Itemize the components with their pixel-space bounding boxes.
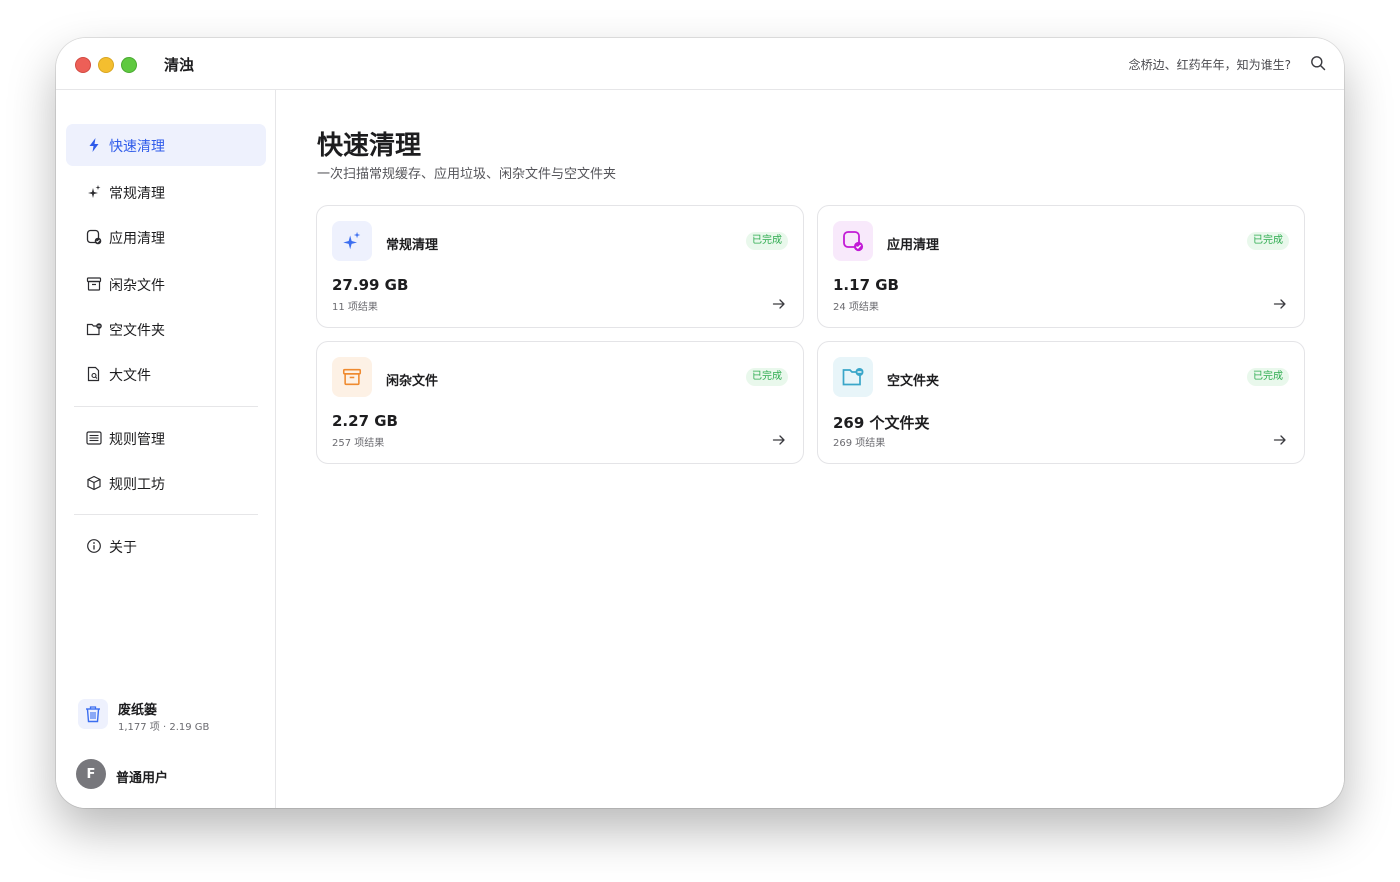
sidebar-item-label: 闲杂文件 [109,278,165,294]
sidebar-item-label: 常规清理 [109,186,165,202]
trash-icon-tile [78,699,108,729]
file-search-icon [87,366,100,382]
archive-icon [86,277,102,291]
card-value: 1.17 GB [833,276,899,294]
zoom-window-button[interactable] [121,57,137,73]
app-check-icon [86,229,102,245]
result-card-app-clean[interactable]: 应用清理 已完成 1.17 GB 24 项结果 [817,205,1305,328]
sidebar-item-rule-workshop[interactable]: 规则工坊 [66,462,266,504]
sidebar-item-regular-clean[interactable]: 常规清理 [66,171,266,213]
sidebar-item-label: 规则管理 [109,432,165,448]
app-title: 清浊 [164,56,195,74]
arrow-right-icon[interactable] [772,433,786,447]
page-subtitle: 一次扫描常规缓存、应用垃圾、闲杂文件与空文件夹 [317,167,617,182]
card-icon-tile [833,357,873,397]
card-title: 应用清理 [887,238,940,253]
sidebar-item-label: 规则工坊 [109,477,165,493]
status-badge: 已完成 [1247,232,1289,250]
page-title: 快速清理 [317,131,422,161]
app-window: 清浊 念桥边、红药年年，知为谁生? 快速清理 常规清理 应用清理 闲杂文件 空文… [56,38,1344,808]
sidebar-divider [74,406,258,407]
archive-icon [342,368,362,386]
sidebar-item-label: 空文件夹 [109,323,165,339]
title-bar: 清浊 念桥边、红药年年，知为谁生? [56,38,1344,90]
arrow-right-icon[interactable] [1273,297,1287,311]
status-badge: 已完成 [746,232,788,250]
search-icon[interactable] [1310,55,1326,71]
card-icon-tile [332,221,372,261]
arrow-right-icon[interactable] [1273,433,1287,447]
sidebar-divider [74,514,258,515]
card-meta: 24 项结果 [833,302,879,313]
sidebar-item-label: 大文件 [109,368,151,384]
sidebar: 快速清理 常规清理 应用清理 闲杂文件 空文件夹 大文件 规则管理 规则工坊 关… [56,90,276,808]
sidebar-item-rule-management[interactable]: 规则管理 [66,417,266,459]
card-icon-tile [332,357,372,397]
list-icon [86,431,102,445]
card-value: 2.27 GB [332,412,398,430]
result-card-misc-files[interactable]: 闲杂文件 已完成 2.27 GB 257 项结果 [316,341,804,464]
header-quote: 念桥边、红药年年，知为谁生? [1128,58,1291,72]
result-card-regular-clean[interactable]: 常规清理 已完成 27.99 GB 11 项结果 [316,205,804,328]
card-icon-tile [833,221,873,261]
sidebar-item-label: 关于 [109,540,137,556]
sidebar-item-empty-folders[interactable]: 空文件夹 [66,308,266,350]
status-badge: 已完成 [746,368,788,386]
minimize-window-button[interactable] [98,57,114,73]
sidebar-item-misc-files[interactable]: 闲杂文件 [66,263,266,305]
sidebar-item-label: 应用清理 [109,231,165,247]
card-meta: 269 项结果 [833,438,886,449]
card-meta: 257 项结果 [332,438,385,449]
bolt-icon [89,138,99,152]
main-content: 快速清理 一次扫描常规缓存、应用垃圾、闲杂文件与空文件夹 常规清理 已完成 27… [276,90,1344,808]
app-check-icon [843,231,864,252]
avatar: F [76,759,106,789]
arrow-right-icon[interactable] [772,297,786,311]
close-window-button[interactable] [75,57,91,73]
sidebar-item-about[interactable]: 关于 [66,525,266,567]
trash-summary[interactable]: 废纸篓 1,177 项 · 2.19 GB [76,695,266,735]
sidebar-item-quick-clean[interactable]: 快速清理 [66,124,266,166]
info-icon [87,539,101,553]
user-profile[interactable]: F 普通用户 [76,759,266,791]
card-title: 空文件夹 [887,374,940,389]
trash-icon [86,706,100,723]
card-value: 27.99 GB [332,276,409,294]
card-value: 269 个文件夹 [833,414,930,432]
folder-minus-icon [86,323,102,336]
cube-icon [87,475,101,491]
folder-minus-icon [842,368,864,386]
trash-meta: 1,177 项 · 2.19 GB [118,722,210,733]
user-name: 普通用户 [116,771,169,786]
status-badge: 已完成 [1247,368,1289,386]
card-title: 常规清理 [386,238,439,253]
result-card-empty-folders[interactable]: 空文件夹 已完成 269 个文件夹 269 项结果 [817,341,1305,464]
card-title: 闲杂文件 [386,374,439,389]
sparkles-icon [88,185,101,198]
trash-name: 废纸篓 [118,703,158,718]
sparkles-icon [343,231,361,250]
sidebar-item-app-clean[interactable]: 应用清理 [66,216,266,258]
card-meta: 11 项结果 [332,302,378,313]
sidebar-item-large-files[interactable]: 大文件 [66,353,266,395]
sidebar-item-label: 快速清理 [109,139,165,155]
